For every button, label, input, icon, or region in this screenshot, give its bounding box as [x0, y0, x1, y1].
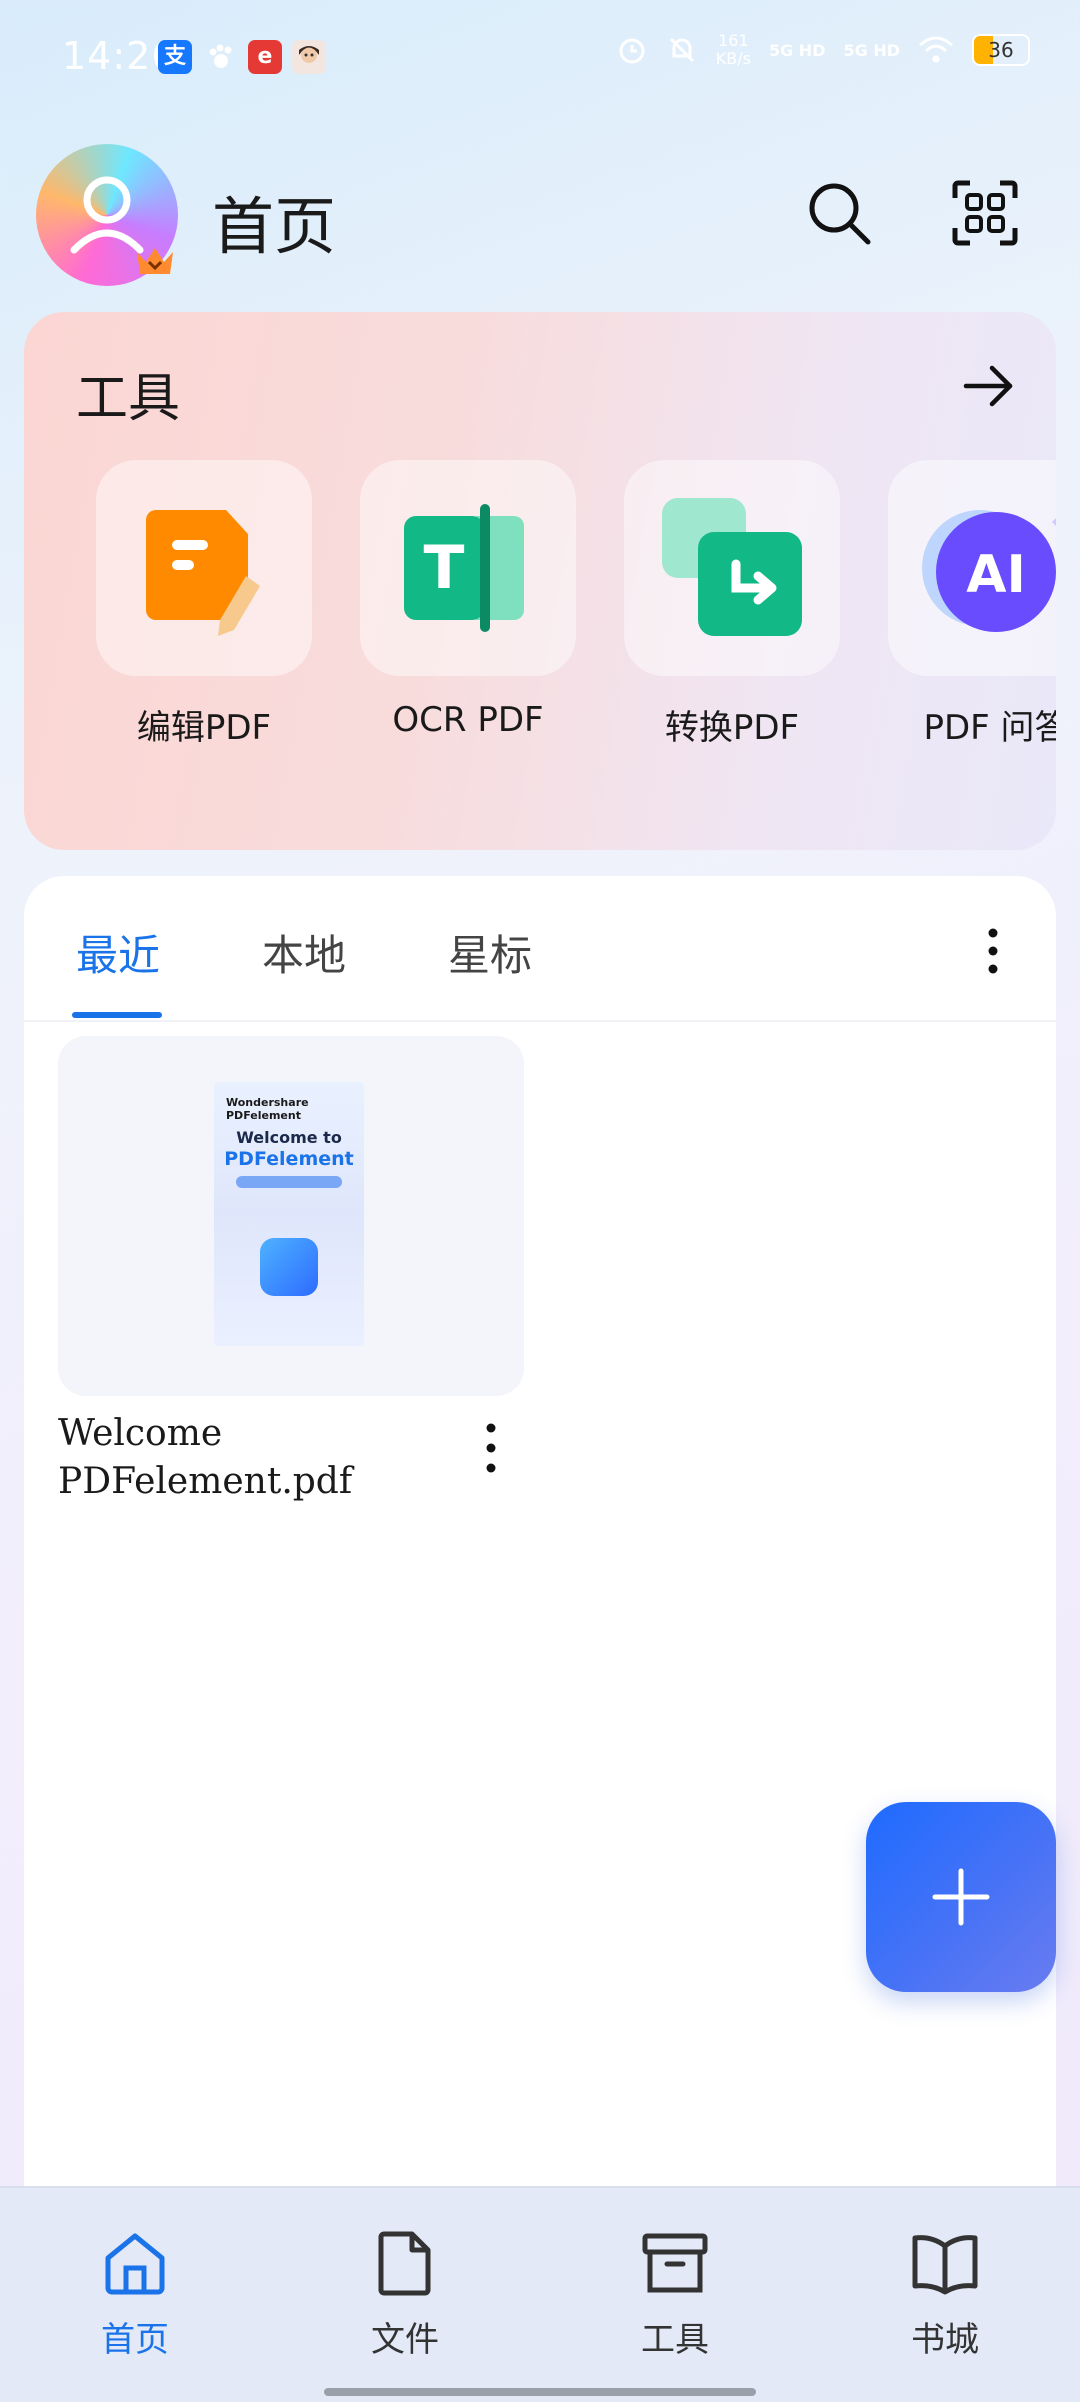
battery-indicator: 36 — [972, 34, 1030, 66]
nav-bookstore[interactable]: 书城 — [865, 2228, 1025, 2361]
mute-icon — [669, 37, 694, 63]
edit-pdf-icon — [146, 510, 260, 636]
plus-icon — [932, 1868, 990, 1926]
tools-title: 工具 — [76, 369, 181, 429]
ocr-pdf-icon: T — [404, 504, 524, 632]
tool-label: PDF 问答 — [923, 708, 1056, 748]
nav-label: 首页 — [101, 2320, 169, 2360]
tool-label: 转换PDF — [664, 708, 800, 748]
add-button[interactable] — [866, 1802, 1056, 1992]
header: 首页 — [0, 140, 1080, 290]
network-speed: 161 KB/s — [715, 31, 751, 68]
nav-home[interactable]: 首页 — [55, 2228, 215, 2361]
nav-files[interactable]: 文件 — [325, 2228, 485, 2361]
status-bar: 14:26 支 e 161 KB/s 5G HD 5G HD 36 — [0, 0, 1080, 110]
ai-icon: AI — [922, 510, 1056, 632]
search-icon[interactable] — [804, 178, 874, 248]
tool-tile: T — [360, 460, 576, 676]
face-app-icon — [292, 40, 326, 74]
tools-card: 工具 编辑PDF T OCR PDF 转换PDF AI PDF 问答 — [24, 312, 1056, 850]
file-icon — [378, 2231, 431, 2296]
archive-icon — [642, 2233, 708, 2293]
book-icon — [912, 2235, 978, 2295]
signal-1: 5G HD — [768, 40, 826, 60]
file-thumbnail[interactable]: Wondershare PDFelement Welcome to PDFele… — [58, 1036, 524, 1396]
cover-product: PDFelement — [224, 1148, 354, 1170]
tab-recent[interactable]: 最近 — [76, 922, 160, 983]
tool-convert-pdf[interactable]: 转换PDF — [624, 460, 840, 749]
cover-pill — [236, 1176, 342, 1188]
tool-tile: AI — [888, 460, 1056, 676]
active-tab-indicator — [72, 1012, 162, 1018]
scan-icon[interactable] — [950, 178, 1020, 248]
tool-label: OCR PDF — [392, 700, 544, 740]
arrow-right-icon[interactable] — [960, 358, 1016, 414]
tab-local[interactable]: 本地 — [262, 922, 346, 983]
nav-label: 书城 — [911, 2320, 979, 2360]
status-icons: 161 KB/s 5G HD 5G HD 36 — [616, 32, 1030, 68]
cover-welcome: Welcome to — [236, 1128, 342, 1147]
crown-icon — [137, 248, 173, 274]
svg-text:AI: AI — [966, 545, 1026, 605]
pdfelement-logo-icon — [260, 1238, 318, 1296]
tab-bar: 最近 本地 星标 — [24, 876, 1056, 1022]
file-more-icon[interactable] — [476, 1420, 506, 1476]
wifi-icon — [919, 36, 953, 63]
nav-label: 工具 — [641, 2320, 709, 2360]
signal-2: 5G HD — [843, 40, 900, 60]
cover-brand: Wondershare PDFelement — [226, 1096, 309, 1122]
pdf-cover: Wondershare PDFelement Welcome to PDFele… — [214, 1082, 364, 1346]
tool-ocr-pdf[interactable]: T OCR PDF — [360, 460, 576, 740]
tab-starred[interactable]: 星标 — [448, 922, 532, 983]
paw-icon — [204, 40, 238, 74]
tool-label: 编辑PDF — [136, 708, 272, 748]
home-indicator[interactable] — [324, 2388, 756, 2396]
svg-text:T: T — [424, 533, 465, 603]
nav-tools[interactable]: 工具 — [595, 2228, 755, 2361]
tool-pdf-qa[interactable]: AI PDF 问答 — [888, 460, 1056, 749]
file-name[interactable]: Welcome PDFelement.pdf — [58, 1410, 438, 1506]
home-icon — [105, 2233, 165, 2295]
red-app-icon: e — [248, 40, 282, 74]
more-vertical-icon[interactable] — [978, 926, 1008, 976]
alarm-icon — [619, 38, 645, 64]
tool-tile — [624, 460, 840, 676]
tool-edit-pdf[interactable]: 编辑PDF — [96, 460, 312, 749]
convert-pdf-icon — [662, 498, 802, 636]
bottom-nav: 首页 文件 工具 书城 — [0, 2186, 1080, 2402]
page-title: 首页 — [212, 190, 337, 263]
tool-tile — [96, 460, 312, 676]
alipay-icon: 支 — [158, 40, 192, 74]
nav-label: 文件 — [371, 2320, 439, 2360]
